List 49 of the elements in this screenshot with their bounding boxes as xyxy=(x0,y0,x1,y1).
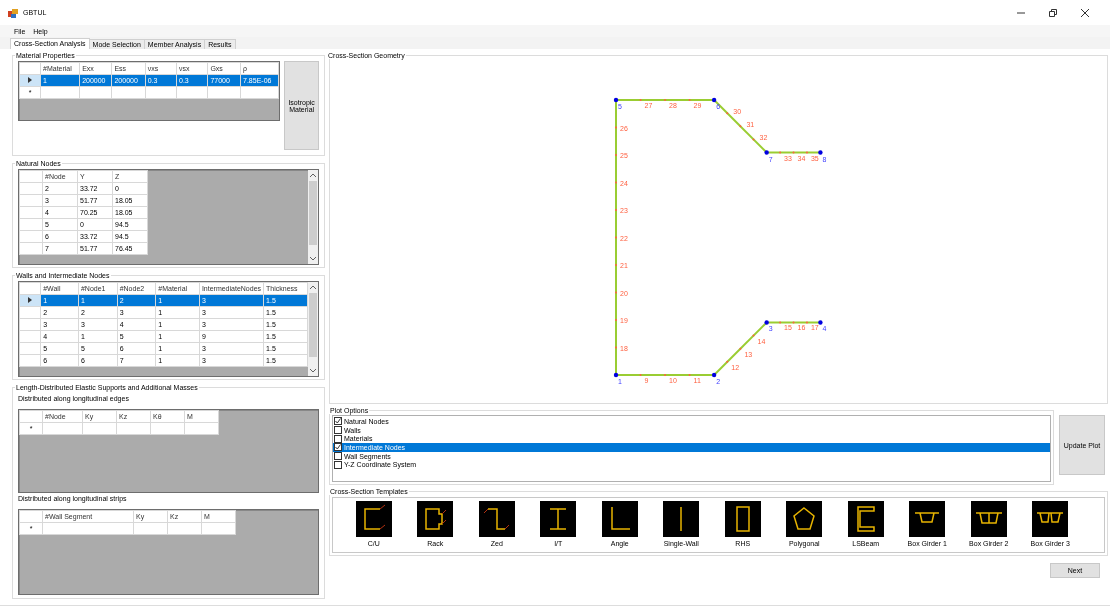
current-row-icon xyxy=(28,297,33,303)
node-dot xyxy=(764,150,769,155)
node-dot xyxy=(711,372,717,378)
node-dot xyxy=(818,320,823,325)
scroll-up-icon[interactable] xyxy=(310,285,316,289)
template-icon[interactable] xyxy=(847,501,884,537)
template-icon[interactable] xyxy=(909,501,946,537)
intermediate-node-dot xyxy=(792,321,795,324)
checkbox[interactable] xyxy=(334,434,342,443)
template-icon[interactable] xyxy=(970,501,1007,537)
node-dot xyxy=(764,320,769,325)
template-icon[interactable] xyxy=(355,501,392,537)
node-dot xyxy=(613,372,619,378)
checkbox[interactable] xyxy=(334,460,342,469)
template-icon[interactable] xyxy=(417,501,454,537)
intermediate-node-dot xyxy=(752,334,755,337)
intermediate-node-dot xyxy=(726,112,729,115)
checkbox[interactable] xyxy=(334,443,342,452)
node-dot xyxy=(711,97,717,103)
intermediate-node-dot xyxy=(779,151,782,154)
scroll-thumb[interactable] xyxy=(309,181,317,245)
current-row-icon xyxy=(28,77,32,83)
template-icon[interactable] xyxy=(478,501,515,537)
checkbox[interactable] xyxy=(334,452,342,461)
intermediate-node-dot xyxy=(792,151,795,154)
template-icon[interactable] xyxy=(601,501,638,537)
checkbox[interactable] xyxy=(334,426,342,435)
app-icon xyxy=(8,7,18,18)
scroll-down-icon[interactable] xyxy=(310,369,316,373)
scroll-up-icon[interactable] xyxy=(310,173,316,177)
intermediate-node-dot xyxy=(726,360,729,363)
intermediate-node-dot xyxy=(752,138,755,141)
scrollbar[interactable] xyxy=(308,282,318,376)
template-icon[interactable] xyxy=(540,501,577,537)
template-icon[interactable] xyxy=(663,501,700,537)
template-icon[interactable] xyxy=(1032,501,1069,537)
template-icon[interactable] xyxy=(786,501,823,537)
intermediate-node-dot xyxy=(779,321,782,324)
scrollbar[interactable] xyxy=(308,170,318,264)
scroll-down-icon[interactable] xyxy=(310,257,316,261)
checkbox[interactable] xyxy=(334,417,342,426)
template-icon[interactable] xyxy=(724,501,761,537)
restore-icon[interactable] xyxy=(1048,7,1058,18)
node-dot xyxy=(613,97,619,103)
intermediate-node-dot xyxy=(739,125,742,128)
scroll-thumb[interactable] xyxy=(309,293,317,357)
intermediate-node-dot xyxy=(739,347,742,350)
close-icon[interactable] xyxy=(1080,7,1090,18)
node-dot xyxy=(818,150,823,155)
